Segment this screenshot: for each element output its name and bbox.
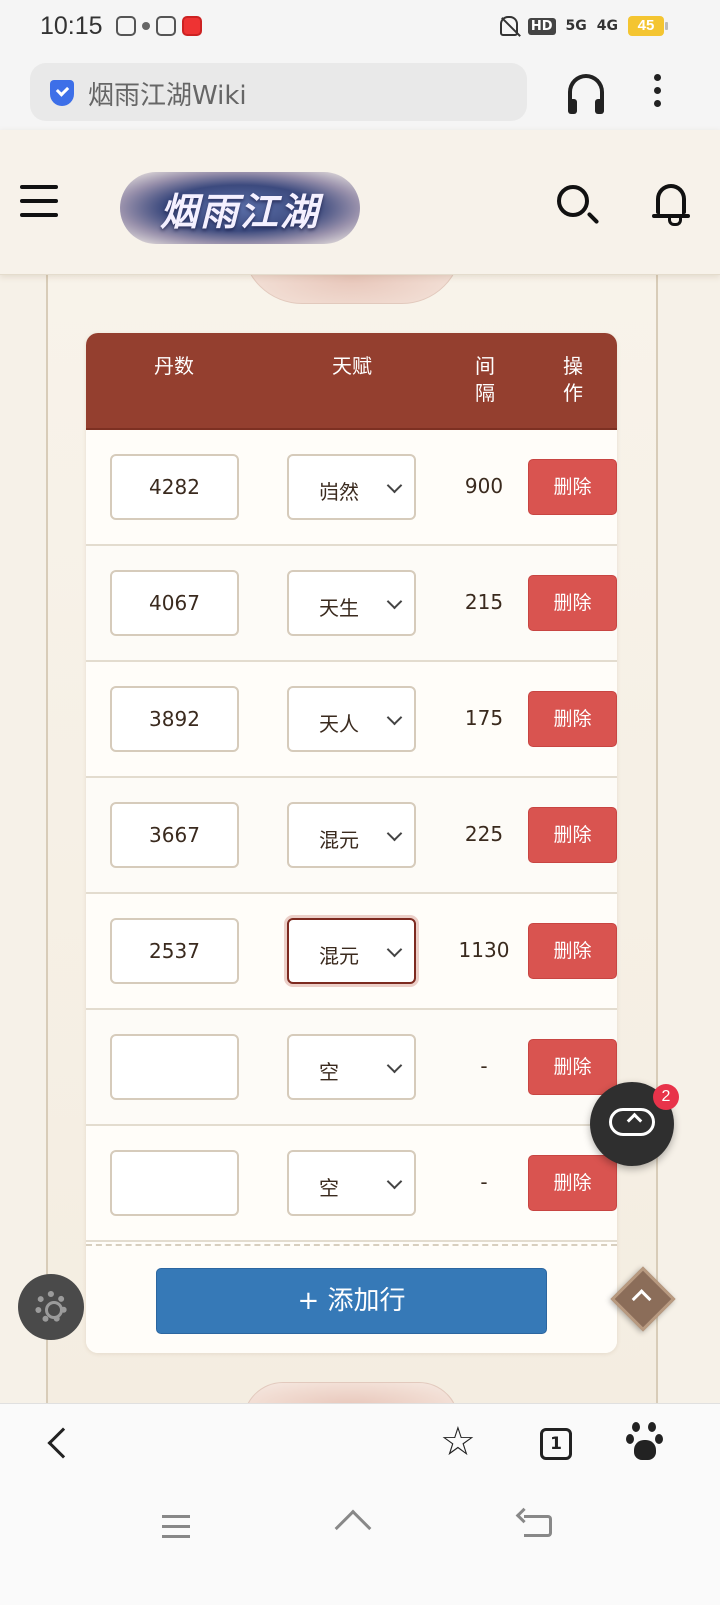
table-row: 3667 混元 225 删除	[86, 778, 617, 894]
talent-value: 混元	[319, 944, 359, 968]
notification-icons	[116, 16, 202, 36]
recent-apps-icon[interactable]	[162, 1515, 190, 1545]
app-icon	[182, 16, 202, 36]
delete-button[interactable]: 删除	[528, 1039, 617, 1095]
delete-button[interactable]: 删除	[528, 923, 617, 979]
back-icon[interactable]	[47, 1427, 79, 1459]
chevron-down-icon	[386, 941, 403, 958]
header-dan-count: 丹数	[154, 354, 194, 378]
interval-value: 175	[464, 706, 504, 730]
shield-icon	[50, 80, 74, 106]
dan-table: 丹数 天赋 间 隔 操 作 4282 岿然 900 删除 4067 天生 215…	[86, 333, 617, 1353]
dan-input[interactable]: 3892	[110, 686, 239, 752]
talent-select[interactable]: 混元	[287, 802, 416, 868]
table-footer: + 添加行	[86, 1244, 617, 1353]
notification-bell-icon[interactable]	[652, 184, 690, 226]
interval-value: 900	[464, 474, 504, 498]
status-bar: 10:15 HD 5G 4G 45	[0, 0, 720, 56]
chevron-down-icon	[386, 477, 403, 494]
chevron-down-icon	[386, 1173, 403, 1190]
header-interval: 间 隔	[475, 354, 495, 405]
url-text: 烟雨江湖Wiki	[88, 81, 247, 111]
chevron-down-icon	[386, 709, 403, 726]
talent-value: 天生	[319, 596, 359, 620]
settings-button[interactable]	[18, 1274, 84, 1340]
hd-icon: HD	[527, 17, 556, 35]
talent-value: 天人	[319, 712, 359, 736]
dan-input[interactable]: 3667	[110, 802, 239, 868]
browser-address-bar: 烟雨江湖Wiki	[0, 56, 720, 130]
header-talent: 天赋	[332, 354, 372, 378]
delete-button[interactable]: 删除	[528, 575, 617, 631]
interval-value: 1130	[458, 938, 510, 962]
dan-input[interactable]: 4067	[110, 570, 239, 636]
headphone-icon[interactable]	[568, 74, 604, 114]
vivo-icon	[156, 16, 176, 36]
dot-icon	[142, 22, 150, 30]
mute-icon	[499, 16, 518, 36]
upload-badge: 2	[653, 1084, 679, 1110]
gear-icon	[35, 1291, 67, 1323]
delete-button[interactable]: 删除	[528, 807, 617, 863]
talent-select[interactable]: 岿然	[287, 454, 416, 520]
url-field[interactable]: 烟雨江湖Wiki	[30, 63, 527, 121]
table-row: 2537 混元 1130 删除	[86, 894, 617, 1010]
interval-value: -	[480, 1054, 488, 1078]
interval-value: -	[480, 1170, 488, 1194]
baidu-paw-icon[interactable]	[626, 1422, 663, 1462]
hamburger-menu-icon[interactable]	[20, 185, 58, 219]
talent-select[interactable]: 空	[287, 1150, 416, 1216]
table-row: 4067 天生 215 删除	[86, 546, 617, 662]
delete-button[interactable]: 删除	[528, 459, 617, 515]
status-time: 10:15	[40, 12, 103, 40]
talent-select[interactable]: 空	[287, 1034, 416, 1100]
table-header: 丹数 天赋 间 隔 操 作	[86, 333, 617, 430]
interval-value: 215	[464, 590, 504, 614]
dan-input[interactable]	[110, 1034, 239, 1100]
star-icon[interactable]: ☆	[440, 1420, 476, 1464]
header-action: 操 作	[563, 354, 583, 405]
chevron-down-icon	[386, 593, 403, 610]
tabs-button[interactable]: 1	[540, 1428, 572, 1460]
home-icon[interactable]	[334, 1509, 372, 1547]
table-row: 4282 岿然 900 删除	[86, 430, 617, 546]
dan-input[interactable]: 4282	[110, 454, 239, 520]
talent-value: 混元	[319, 828, 359, 852]
system-back-icon[interactable]	[524, 1515, 552, 1537]
talent-value: 空	[319, 1060, 339, 1084]
dan-input[interactable]: 2537	[110, 918, 239, 984]
interval-value: 225	[464, 822, 504, 846]
talent-value: 空	[319, 1176, 339, 1200]
table-row: 空 - 删除	[86, 1010, 617, 1126]
talent-select[interactable]: 天生	[287, 570, 416, 636]
signal-4g-icon: 4G	[596, 18, 618, 34]
browser-bottom-toolbar: ☆ 1	[0, 1403, 720, 1487]
gallery-icon	[116, 16, 136, 36]
logo-text: 烟雨江湖	[159, 188, 320, 234]
battery-icon: 45	[628, 16, 668, 36]
talent-value: 岿然	[319, 480, 359, 504]
delete-button[interactable]: 删除	[528, 691, 617, 747]
dan-input[interactable]	[110, 1150, 239, 1216]
talent-select[interactable]: 天人	[287, 686, 416, 752]
cloud-upload-icon	[609, 1108, 655, 1136]
add-row-button[interactable]: + 添加行	[156, 1268, 547, 1334]
system-nav-bar	[0, 1487, 720, 1605]
search-icon[interactable]	[557, 185, 589, 217]
system-icons: HD 5G 4G 45	[499, 16, 668, 36]
talent-select[interactable]: 混元	[287, 918, 416, 984]
chevron-down-icon	[386, 825, 403, 842]
more-menu-icon[interactable]	[652, 74, 662, 110]
site-logo[interactable]: 烟雨江湖	[120, 172, 360, 244]
chevron-up-icon	[631, 1289, 652, 1309]
table-row: 3892 天人 175 删除	[86, 662, 617, 778]
signal-5g-icon: 5G	[565, 18, 587, 34]
chevron-down-icon	[386, 1057, 403, 1074]
table-row: 空 - 删除	[86, 1126, 617, 1242]
delete-button[interactable]: 删除	[528, 1155, 617, 1211]
site-header: 烟雨江湖	[0, 130, 720, 275]
